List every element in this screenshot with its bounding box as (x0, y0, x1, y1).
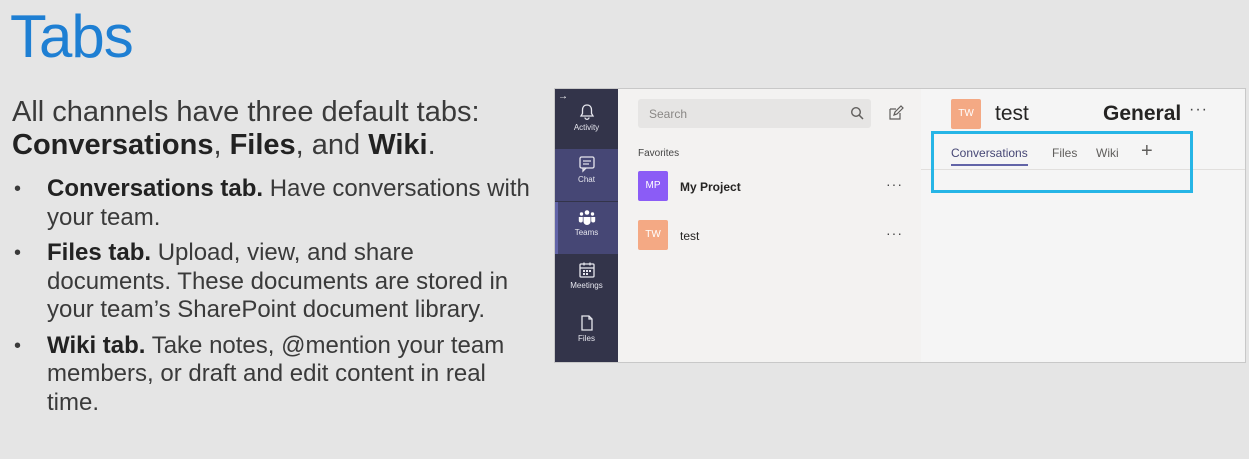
tabs-highlight-box (931, 131, 1193, 193)
intro-and: , and (295, 129, 369, 161)
intro-wiki: Wiki (368, 129, 428, 161)
search-input[interactable]: Search (638, 99, 871, 128)
channel-more-icon[interactable]: ··· (1189, 101, 1208, 119)
bullet-dot: • (14, 242, 22, 264)
team-item-test[interactable]: TW test ··· (638, 220, 908, 252)
teams-icon (578, 210, 595, 225)
intro-period: . (427, 129, 436, 161)
compose-icon[interactable] (888, 105, 904, 121)
chat-icon (578, 156, 595, 173)
favorites-label: Favorites (638, 148, 680, 159)
team-name: test (680, 229, 700, 243)
search-icon[interactable] (850, 106, 864, 120)
intro-files: Files (229, 129, 296, 161)
rail-item-meetings[interactable]: Meetings (555, 255, 618, 307)
bullet-title: Wiki tab. (47, 331, 146, 359)
search-placeholder: Search (649, 107, 688, 121)
slide-title: Tabs (10, 3, 134, 70)
rail-label: Activity (573, 123, 600, 132)
channel-pane: TW test General ··· Conversations Files … (921, 89, 1245, 362)
rail-label: Teams (574, 228, 599, 237)
teams-list-pane: Search Favorites MP My Project ··· TW te… (618, 89, 921, 362)
bell-icon (579, 104, 594, 120)
rail-label: Meetings (570, 281, 603, 290)
intro-lead: All channels have three default tabs: (12, 96, 480, 128)
app-rail: → Activity Chat Teams Meetings Files (555, 89, 618, 362)
bullet-conversations: • Conversations tab. Have conversations … (12, 175, 542, 232)
bullet-dot: • (14, 334, 22, 357)
rail-item-chat[interactable]: Chat (555, 149, 618, 201)
bullet-title: Files tab. (47, 239, 152, 266)
team-avatar: TW (951, 99, 981, 129)
bullet-dot: • (14, 178, 22, 200)
bullet-list: • Conversations tab. Have conversations … (12, 175, 542, 424)
team-item-my-project[interactable]: MP My Project ··· (638, 171, 908, 203)
avatar: TW (638, 220, 668, 250)
intro-text: All channels have three default tabs: Co… (12, 96, 542, 162)
rail-item-files[interactable]: Files (555, 308, 618, 360)
more-options-icon[interactable]: ··· (886, 176, 903, 192)
teams-app-screenshot: → Activity Chat Teams Meetings Files Sea… (554, 88, 1246, 363)
bullet-files: • Files tab. Upload, view, and share doc… (12, 239, 542, 325)
channel-name: General (1103, 102, 1182, 125)
team-name: My Project (680, 180, 741, 194)
intro-comma: , (213, 129, 230, 161)
rail-label: Chat (578, 175, 595, 184)
file-icon (580, 315, 593, 331)
avatar: MP (638, 171, 668, 201)
bullet-title: Conversations tab. (47, 175, 264, 202)
header-team-name: test (995, 102, 1029, 125)
rail-label: Files (578, 334, 595, 343)
rail-item-activity[interactable]: Activity (555, 97, 618, 149)
more-options-icon[interactable]: ··· (886, 225, 903, 241)
bullet-wiki: • Wiki tab. Take notes, @mention your te… (12, 332, 542, 418)
calendar-icon (578, 262, 595, 278)
rail-item-teams[interactable]: Teams (555, 202, 618, 254)
intro-conversations: Conversations (12, 129, 214, 161)
